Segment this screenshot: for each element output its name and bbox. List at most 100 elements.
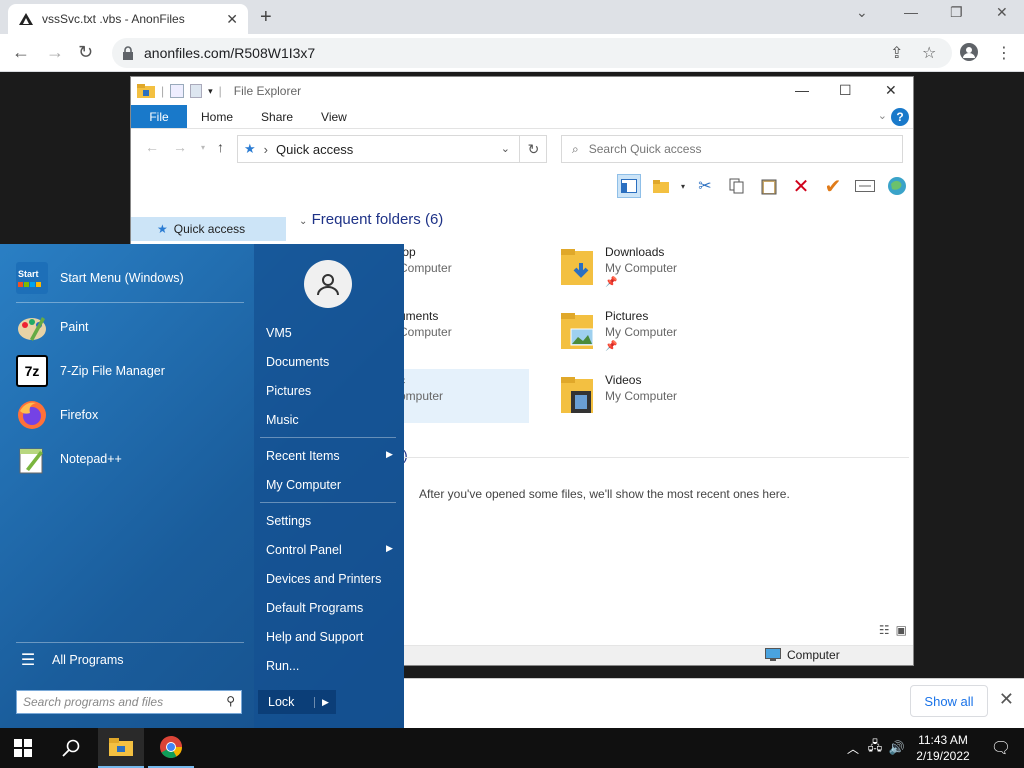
rename-check-icon[interactable]: ✔ xyxy=(821,174,845,198)
reload-button[interactable]: ↻ xyxy=(78,42,93,63)
browser-toolbar: ← → ↻ anonfiles.com/R508W1I3x7 ⇪ ☆ ⋮ xyxy=(0,34,1024,72)
details-view-icon[interactable]: ☷ xyxy=(879,623,890,637)
network-icon[interactable]: 🖧 xyxy=(864,737,886,759)
notepadpp-item[interactable]: Notepad++ xyxy=(16,441,122,477)
sm-my-computer-link[interactable]: My Computer xyxy=(266,478,341,492)
sm-music-link[interactable]: Music xyxy=(266,413,299,427)
lock-button[interactable]: Lock ▶ xyxy=(258,690,336,714)
tab-share[interactable]: Share xyxy=(247,105,307,128)
preview-pane-icon[interactable] xyxy=(616,174,641,198)
sm-run-link[interactable]: Run... xyxy=(266,659,299,673)
refresh-button[interactable]: ↻ xyxy=(519,135,547,163)
browser-tab-strip: vssSvc.txt .vbs - AnonFiles ✕ + ⌄ — ❐ ✕ xyxy=(0,0,1024,34)
explorer-title: File Explorer xyxy=(233,84,302,98)
network-globe-icon[interactable] xyxy=(885,174,909,198)
firefox-item[interactable]: Firefox xyxy=(16,397,98,433)
recent-locations-icon[interactable]: ▾ xyxy=(201,143,205,152)
explorer-back-button[interactable]: ← xyxy=(145,139,159,155)
chrome-icon xyxy=(160,736,182,758)
explorer-minimize-button[interactable]: — xyxy=(795,82,809,98)
taskbar-search-button[interactable] xyxy=(48,728,94,768)
tab-view[interactable]: View xyxy=(307,105,361,128)
sm-help-support-link[interactable]: Help and Support xyxy=(266,630,363,644)
clock-date: 2/19/2022 xyxy=(916,749,970,763)
browser-tab[interactable]: vssSvc.txt .vbs - AnonFiles ✕ xyxy=(8,4,248,34)
start-separator xyxy=(260,502,396,503)
bookmark-star-icon[interactable]: ☆ xyxy=(922,43,936,63)
help-icon[interactable]: ? xyxy=(891,108,909,126)
7zip-item[interactable]: 7z 7-Zip File Manager xyxy=(16,353,165,389)
forward-button[interactable]: → xyxy=(46,42,64,63)
paint-item[interactable]: Paint xyxy=(16,309,89,345)
sm-devices-printers-link[interactable]: Devices and Printers xyxy=(266,572,381,586)
frequent-folders-header[interactable]: ⌄ Frequent folders (6) xyxy=(299,211,443,228)
show-all-button[interactable]: Show all xyxy=(910,685,988,717)
notifications-icon[interactable]: 🗨 xyxy=(978,738,1024,758)
share-icon[interactable]: ⇪ xyxy=(890,43,903,63)
properties-toolbar-icon[interactable] xyxy=(853,174,877,198)
paste-icon[interactable] xyxy=(757,174,781,198)
taskbar-chrome[interactable] xyxy=(148,728,194,768)
show-hidden-icons-chevron-icon[interactable]: ︿ xyxy=(842,740,864,757)
clock[interactable]: 11:43 AM 2/19/2022 xyxy=(908,732,978,764)
sm-control-panel[interactable]: Control Panel ▶ xyxy=(266,543,406,557)
windows-logo-icon xyxy=(14,739,32,757)
folder-item[interactable]: Pictures My Computer 📌 xyxy=(559,309,759,365)
tab-home[interactable]: Home xyxy=(187,105,247,128)
explorer-maximize-button[interactable]: ☐ xyxy=(839,82,852,99)
explorer-close-button[interactable]: ✕ xyxy=(885,82,897,99)
explorer-search-box[interactable]: ⌕ Search Quick access xyxy=(561,135,903,163)
up-button[interactable]: ↑ xyxy=(217,139,224,155)
clock-time: 11:43 AM xyxy=(918,733,968,747)
address-dropdown-icon[interactable]: ⌄ xyxy=(501,142,510,155)
new-folder-icon[interactable] xyxy=(649,174,673,198)
download-bar-close-icon[interactable]: ✕ xyxy=(999,689,1014,710)
sm-pictures-link[interactable]: Pictures xyxy=(266,384,311,398)
explorer-forward-button[interactable]: → xyxy=(173,139,187,155)
sm-user-link[interactable]: VM5 xyxy=(266,326,292,340)
user-avatar[interactable] xyxy=(304,260,352,308)
large-icons-view-icon[interactable]: ▣ xyxy=(896,623,907,637)
profile-icon[interactable] xyxy=(960,43,978,66)
qat-dropdown-icon[interactable]: ▾ xyxy=(208,86,213,97)
quick-access-nav-star-icon: ★ xyxy=(157,222,168,236)
new-folder-qat-icon[interactable] xyxy=(190,84,203,98)
copy-icon[interactable] xyxy=(725,174,749,198)
minimize-button[interactable]: — xyxy=(904,4,918,20)
folder-item[interactable]: Videos My Computer xyxy=(559,373,759,429)
chrome-menu-icon[interactable]: ⋮ xyxy=(996,43,1012,63)
nav-quick-access[interactable]: ★ Quick access xyxy=(131,217,286,241)
all-programs-item[interactable]: ☰ All Programs xyxy=(16,642,124,678)
volume-icon[interactable]: 🔊 xyxy=(886,740,908,756)
delete-icon[interactable]: ✕ xyxy=(789,174,813,198)
start-search-input[interactable]: Search programs and files ⚲ xyxy=(16,690,242,714)
tab-file[interactable]: File xyxy=(131,105,187,128)
ribbon-expand-icon[interactable]: ⌄ xyxy=(878,109,887,122)
taskbar-file-explorer[interactable] xyxy=(98,728,144,768)
tab-search-icon[interactable]: ⌄ xyxy=(856,4,868,21)
tab-close-icon[interactable]: ✕ xyxy=(226,11,238,28)
folder-name: Pictures xyxy=(605,309,649,323)
address-bar[interactable]: anonfiles.com/R508W1I3x7 xyxy=(112,38,952,68)
explorer-address-bar[interactable]: ★ › Quick access ⌄ xyxy=(237,135,547,163)
title-separator: | xyxy=(218,84,222,98)
restore-button[interactable]: ❐ xyxy=(950,4,963,21)
sm-documents-link[interactable]: Documents xyxy=(266,355,329,369)
sm-recent-items[interactable]: Recent Items ▶ xyxy=(266,449,406,463)
pinned-label: 7-Zip File Manager xyxy=(60,364,165,378)
lock-icon xyxy=(123,46,133,60)
sm-default-programs-link[interactable]: Default Programs xyxy=(266,601,363,615)
folder-item[interactable]: Downloads My Computer 📌 xyxy=(559,245,759,301)
back-button[interactable]: ← xyxy=(12,42,30,63)
close-window-button[interactable]: ✕ xyxy=(996,4,1008,21)
sm-settings-link[interactable]: Settings xyxy=(266,514,311,528)
start-button[interactable] xyxy=(0,728,46,768)
lock-options-arrow-icon[interactable]: ▶ xyxy=(314,696,336,708)
new-tab-button[interactable]: + xyxy=(260,6,272,29)
folder-name: Videos xyxy=(605,373,642,387)
cut-icon[interactable]: ✂ xyxy=(693,174,717,198)
new-folder-dropdown-icon[interactable]: ▾ xyxy=(681,182,685,191)
properties-icon[interactable] xyxy=(170,84,185,98)
firefox-icon xyxy=(18,401,46,429)
start-menu-windows-item[interactable]: Start Start Menu (Windows) xyxy=(16,260,184,296)
